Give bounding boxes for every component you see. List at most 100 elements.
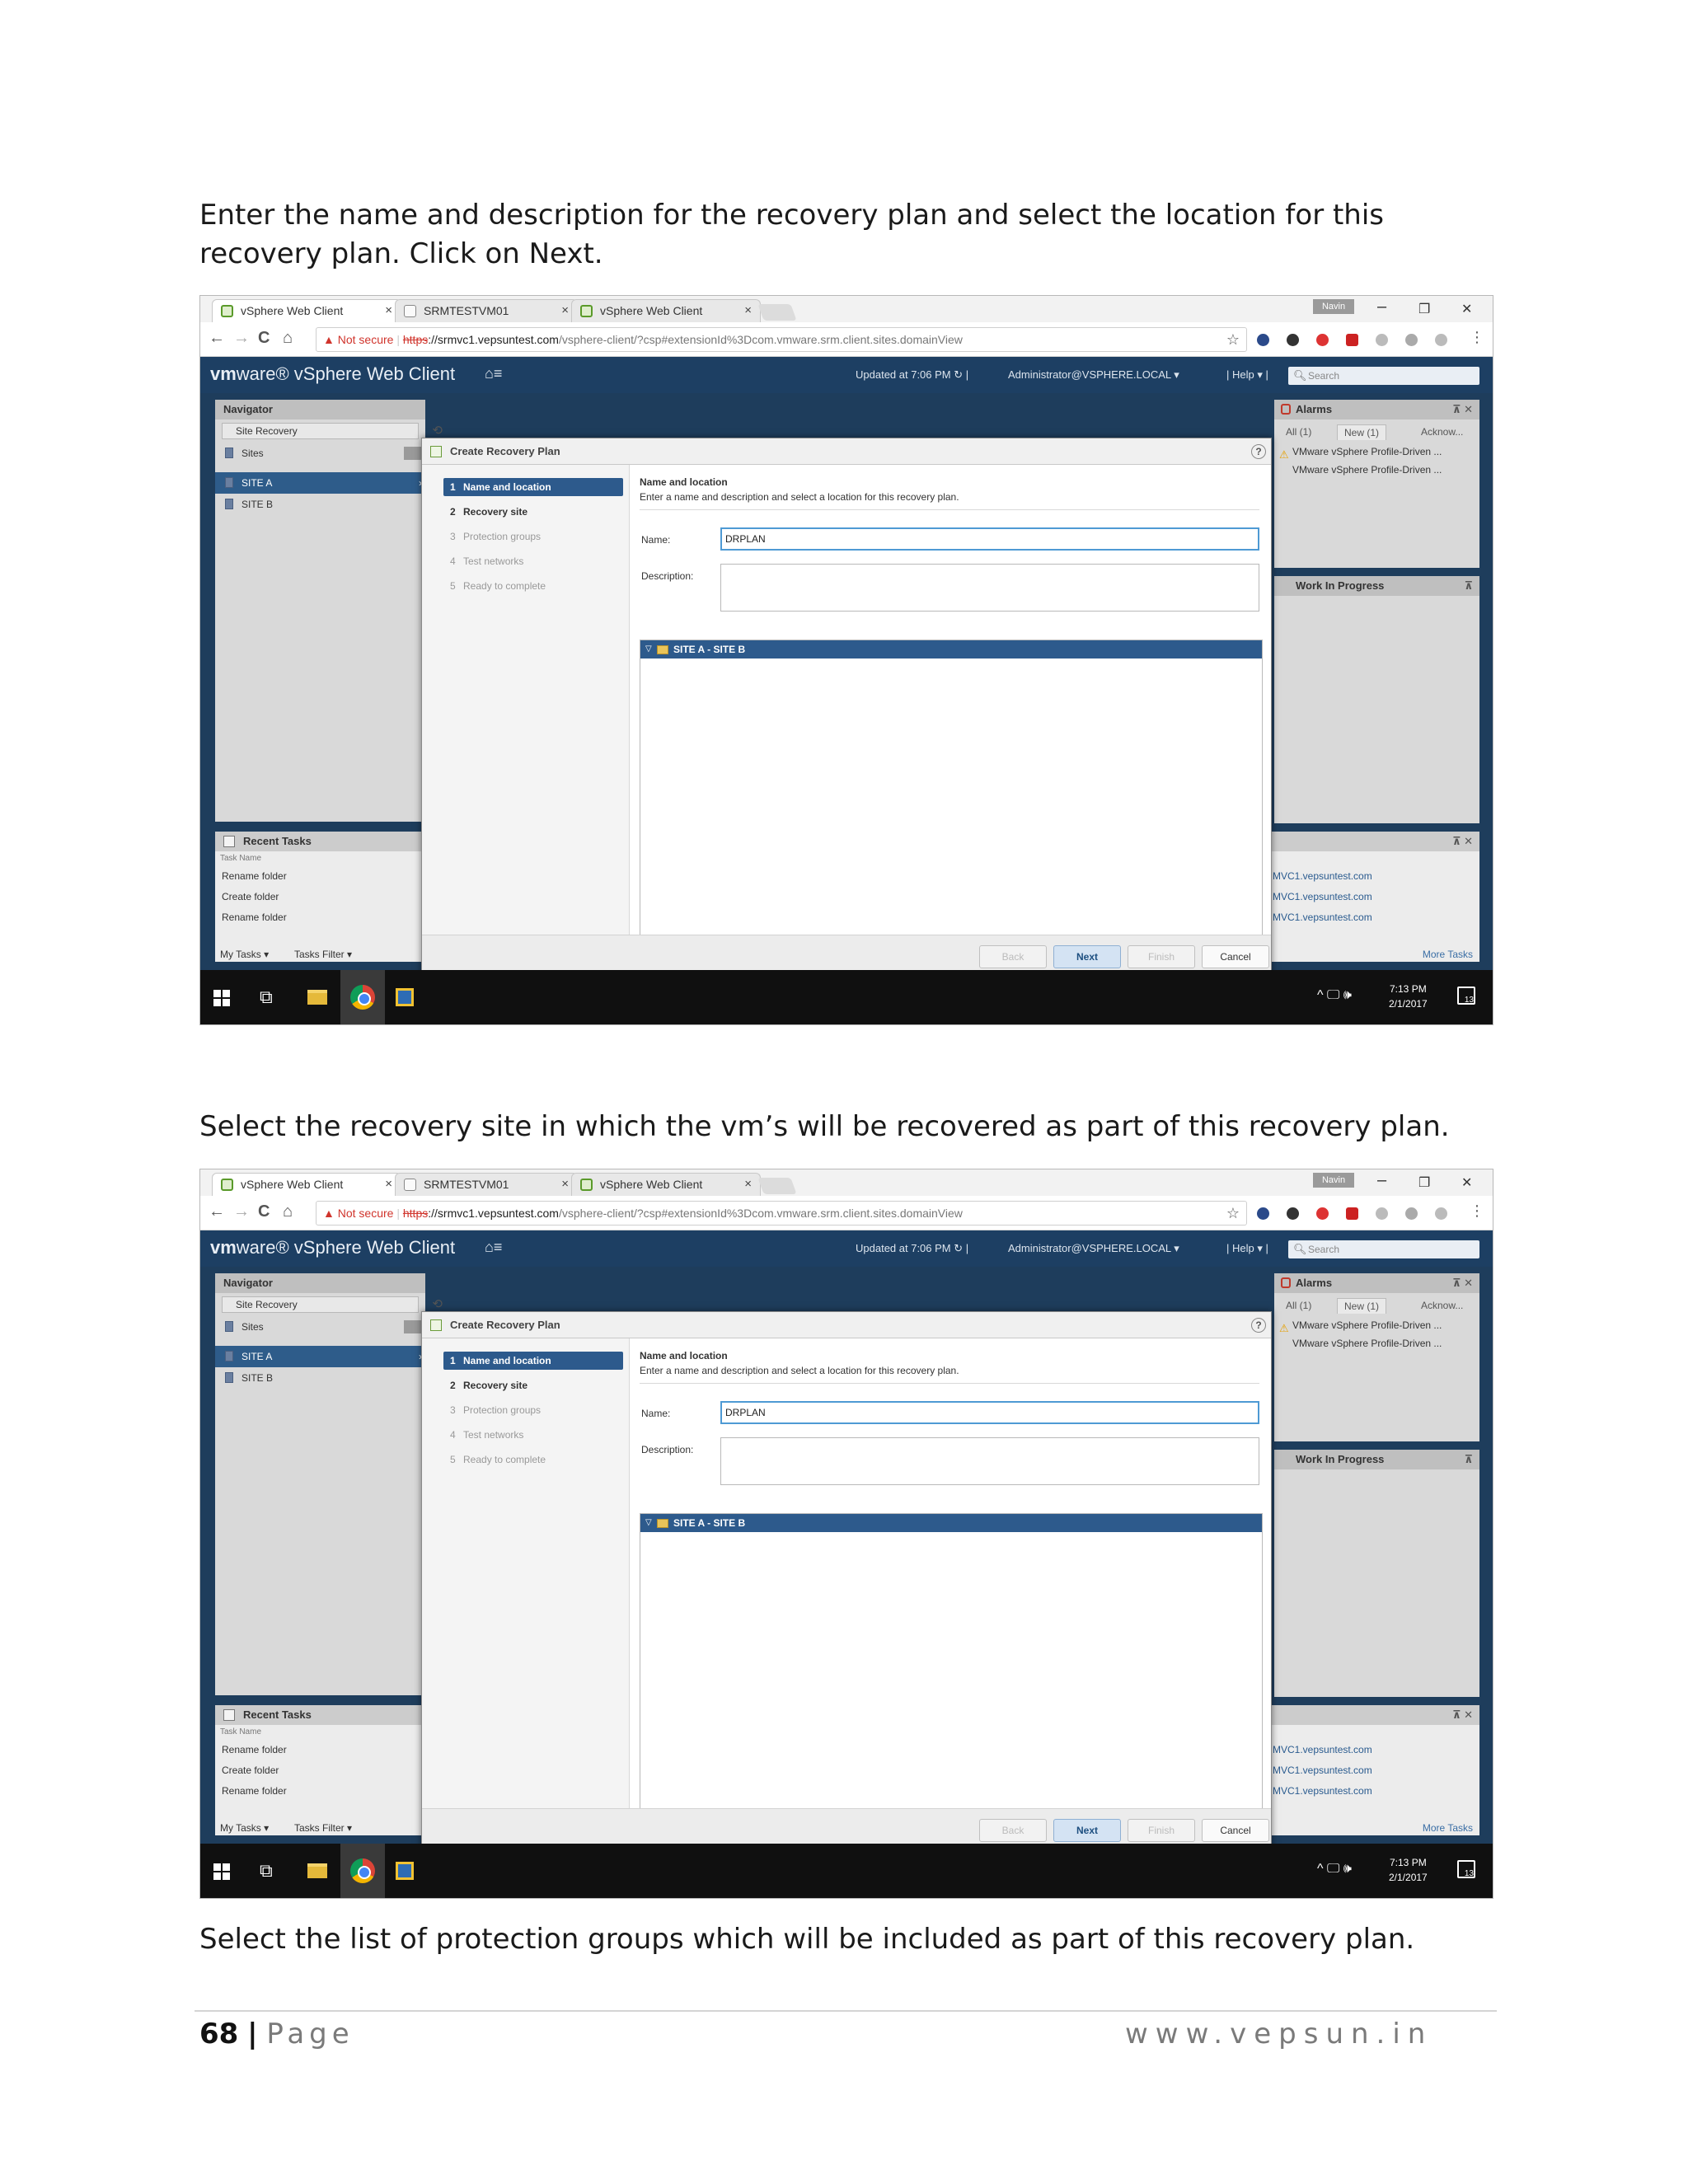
updated-status[interactable]: Updated at 7:06 PM ↻ |	[856, 1242, 968, 1255]
alarm-item[interactable]: VMware vSphere Profile-Driven ...	[1274, 1334, 1479, 1352]
windows-start-icon[interactable]	[213, 990, 230, 1006]
new-tab-button[interactable]	[757, 1178, 797, 1194]
tasks-filter-dropdown[interactable]: Tasks Filter ▾	[294, 1822, 352, 1834]
history-icon[interactable]: ⟲	[432, 1297, 443, 1312]
close-tab-icon[interactable]: ×	[385, 1174, 392, 1195]
tree-item-site-pair[interactable]: ▽ SITE A - SITE B	[640, 640, 1262, 658]
tree-item-site-pair[interactable]: ▽ SITE A - SITE B	[640, 1514, 1262, 1532]
browser-tab[interactable]: vSphere Web Client ×	[212, 1173, 401, 1196]
windows-start-icon[interactable]	[213, 1863, 230, 1880]
extension-icon[interactable]	[1405, 334, 1418, 346]
alarm-item[interactable]: ⚠ VMware vSphere Profile-Driven ...	[1274, 443, 1479, 461]
nav-item-sites[interactable]: Sites	[215, 1316, 425, 1338]
task-target[interactable]: MVC1.vepsuntest.com	[1273, 1760, 1372, 1781]
task-target[interactable]: MVC1.vepsuntest.com	[1273, 1781, 1372, 1802]
browser-tab[interactable]: SRMTESTVM01 ×	[395, 1173, 578, 1196]
not-secure-label[interactable]: ▲ Not secure	[323, 1207, 393, 1220]
nav-item-site-a[interactable]: SITE A ›	[215, 472, 425, 494]
extension-icon[interactable]	[1435, 334, 1447, 346]
step-recovery-site[interactable]: 2 Recovery site	[443, 503, 623, 521]
name-input[interactable]: DRPLAN	[720, 527, 1259, 551]
bookmark-star-icon[interactable]: ☆	[1226, 1202, 1240, 1225]
extension-icon[interactable]	[1435, 1207, 1447, 1220]
vsphere-client-app-icon[interactable]	[396, 1862, 414, 1880]
name-input[interactable]: DRPLAN	[720, 1401, 1259, 1424]
home-icon[interactable]: ⌂	[283, 329, 293, 348]
task-target[interactable]: MVC1.vepsuntest.com	[1273, 1740, 1372, 1760]
adblock-icon[interactable]	[1316, 334, 1329, 346]
pin-close-icon[interactable]: ⊼ ✕	[1452, 832, 1473, 851]
my-tasks-dropdown[interactable]: My Tasks ▾	[220, 1822, 269, 1834]
close-window-icon[interactable]: ✕	[1461, 1174, 1472, 1191]
browser-tab[interactable]: vSphere Web Client ×	[571, 299, 761, 322]
next-button[interactable]: Next	[1053, 1819, 1121, 1842]
task-target[interactable]: MVC1.vepsuntest.com	[1273, 866, 1372, 887]
url-field[interactable]: ▲ Not secure | https://srmvc1.vepsuntest…	[316, 327, 1247, 352]
pin-icon[interactable]: ⊼	[1464, 1450, 1473, 1469]
forward-arrow-icon[interactable]: →	[233, 329, 250, 348]
cancel-button[interactable]: Cancel	[1202, 1819, 1269, 1842]
extension-icon[interactable]	[1287, 334, 1299, 346]
chrome-icon[interactable]	[350, 985, 375, 1010]
close-tab-icon[interactable]: ×	[385, 300, 392, 321]
alarms-tab-acknowledged[interactable]: Acknow...	[1414, 424, 1470, 439]
clock[interactable]: 7:13 PM 2/1/2017	[1389, 1855, 1428, 1885]
extension-icon[interactable]	[1257, 334, 1269, 346]
cancel-button[interactable]: Cancel	[1202, 945, 1269, 968]
system-tray-icons[interactable]: ^ 🖵 🕪	[1317, 1862, 1352, 1877]
notifications-icon[interactable]: 13	[1457, 1860, 1475, 1878]
close-tab-icon[interactable]: ×	[744, 300, 752, 321]
restore-icon[interactable]: ❐	[1418, 1174, 1430, 1191]
extension-icon[interactable]	[1257, 1207, 1269, 1220]
description-input[interactable]	[720, 564, 1259, 612]
expand-icon[interactable]: ▽	[645, 640, 652, 658]
not-secure-label[interactable]: ▲ Not secure	[323, 333, 393, 346]
user-menu[interactable]: Administrator@VSPHERE.LOCAL ▾	[1008, 368, 1179, 382]
clock[interactable]: 7:13 PM 2/1/2017	[1389, 982, 1428, 1011]
close-window-icon[interactable]: ✕	[1461, 301, 1472, 317]
alarms-tab-all[interactable]: All (1)	[1279, 1298, 1318, 1313]
history-icon[interactable]: ⟲	[432, 424, 443, 438]
close-tab-icon[interactable]: ×	[561, 300, 569, 321]
browser-tab[interactable]: SRMTESTVM01 ×	[395, 299, 578, 322]
extension-icon[interactable]	[1376, 1207, 1388, 1220]
close-tab-icon[interactable]: ×	[561, 1174, 569, 1195]
new-tab-button[interactable]	[757, 304, 797, 321]
adblock-icon[interactable]	[1316, 1207, 1329, 1220]
task-view-icon[interactable]: ⧉	[260, 987, 273, 1008]
reload-icon[interactable]: C	[258, 1202, 270, 1221]
reload-icon[interactable]: C	[258, 329, 270, 348]
help-icon[interactable]: ?	[1251, 1318, 1266, 1333]
step-recovery-site[interactable]: 2 Recovery site	[443, 1376, 623, 1394]
extension-icon[interactable]	[1346, 334, 1358, 346]
breadcrumb-site-recovery[interactable]: Site Recovery ⟲	[222, 1296, 443, 1313]
browser-menu-icon[interactable]: ⋮	[1470, 1202, 1484, 1220]
bookmark-star-icon[interactable]: ☆	[1226, 328, 1240, 351]
pin-close-icon[interactable]: ⊼ ✕	[1452, 1705, 1473, 1725]
extension-icon[interactable]	[1346, 1207, 1358, 1220]
step-name-and-location[interactable]: 1 Name and location	[443, 478, 623, 496]
back-arrow-icon[interactable]: ←	[209, 329, 225, 348]
finish-button[interactable]: Finish	[1128, 945, 1195, 968]
home-menu-icon[interactable]: ⌂≡	[485, 1239, 502, 1256]
nav-item-sites[interactable]: Sites	[215, 443, 425, 464]
browser-menu-icon[interactable]: ⋮	[1470, 329, 1484, 346]
updated-status[interactable]: Updated at 7:06 PM ↻ |	[856, 368, 968, 382]
expand-icon[interactable]: ▽	[645, 1514, 652, 1532]
vsphere-client-app-icon[interactable]	[396, 988, 414, 1006]
home-menu-icon[interactable]: ⌂≡	[485, 365, 502, 382]
help-menu[interactable]: | Help ▾ |	[1226, 368, 1268, 382]
file-explorer-icon[interactable]	[307, 1863, 327, 1878]
help-menu[interactable]: | Help ▾ |	[1226, 1242, 1268, 1255]
extension-icon[interactable]	[1287, 1207, 1299, 1220]
breadcrumb-site-recovery[interactable]: Site Recovery ⟲	[222, 423, 443, 439]
user-badge[interactable]: Navin	[1313, 299, 1354, 314]
pin-icon[interactable]: ⊼	[1464, 576, 1473, 596]
more-tasks-link[interactable]: More Tasks	[1423, 1822, 1473, 1834]
next-button[interactable]: Next	[1053, 945, 1121, 968]
finish-button[interactable]: Finish	[1128, 1819, 1195, 1842]
my-tasks-dropdown[interactable]: My Tasks ▾	[220, 949, 269, 960]
step-name-and-location[interactable]: 1 Name and location	[443, 1352, 623, 1370]
notifications-icon[interactable]: 13	[1457, 987, 1475, 1005]
help-icon[interactable]: ?	[1251, 444, 1266, 459]
